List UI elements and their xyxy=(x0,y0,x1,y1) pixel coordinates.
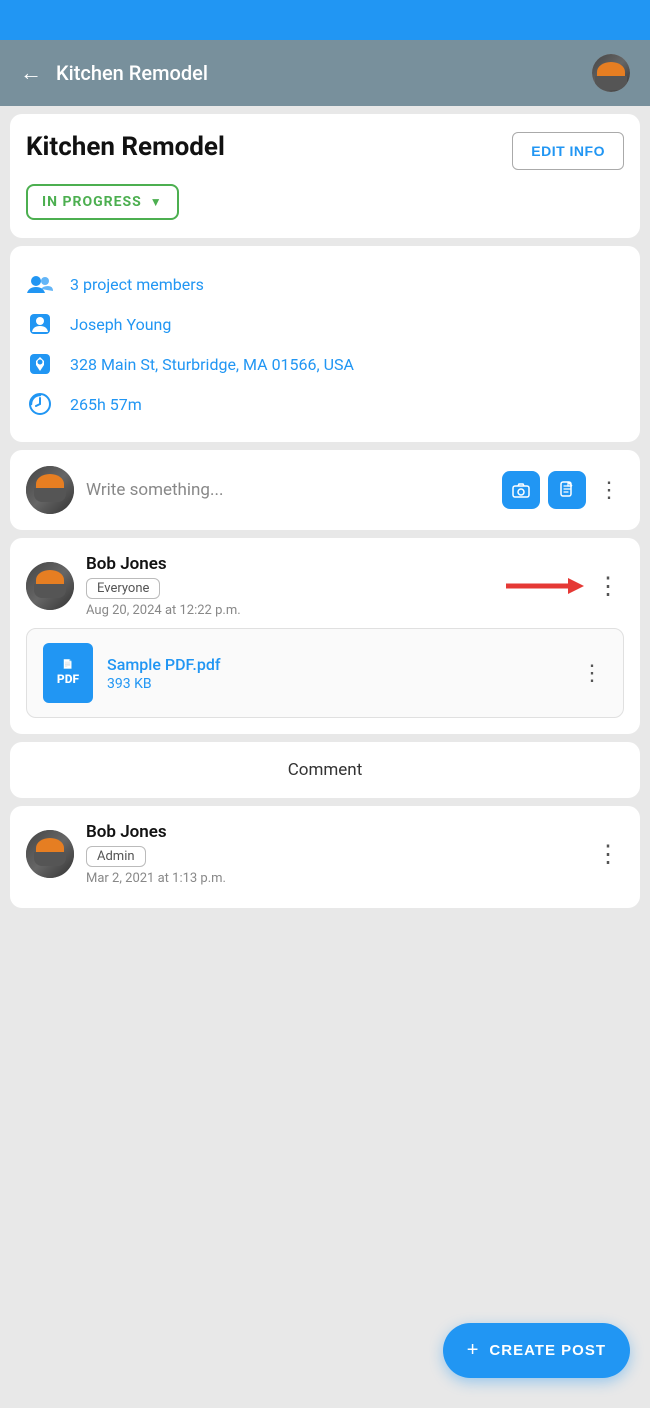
red-arrow-icon xyxy=(506,572,586,600)
attachment-button[interactable] xyxy=(548,471,586,509)
owner-row[interactable]: Joseph Young xyxy=(26,304,624,344)
nav-title: Kitchen Remodel xyxy=(56,61,208,85)
address-text: 328 Main St, Sturbridge, MA 01566, USA xyxy=(70,355,354,374)
post-time-2: Mar 2, 2021 at 1:13 p.m. xyxy=(86,871,580,886)
red-arrow-container: ⋮ xyxy=(506,568,624,604)
time-row: 265h 57m xyxy=(26,384,624,424)
back-button[interactable]: ← xyxy=(20,60,42,86)
comment-label: Comment xyxy=(288,760,363,780)
post-badge-1: Everyone xyxy=(86,578,160,599)
time-text: 265h 57m xyxy=(70,395,142,414)
owner-text: Joseph Young xyxy=(70,315,171,334)
person-icon xyxy=(26,310,54,338)
pdf-attachment[interactable]: 📄 PDF Sample PDF.pdf 393 KB ⋮ xyxy=(26,628,624,718)
post-badge-2: Admin xyxy=(86,846,146,867)
post-more-button-2[interactable]: ⋮ xyxy=(592,836,624,872)
pdf-info: Sample PDF.pdf 393 KB xyxy=(107,655,563,692)
create-post-button[interactable]: + CREATE POST xyxy=(443,1323,630,1378)
plus-icon: + xyxy=(467,1339,480,1362)
post-header-2: Bob Jones Admin Mar 2, 2021 at 1:13 p.m.… xyxy=(26,822,624,886)
project-info-card: Kitchen Remodel EDIT INFO IN PROGRESS ▼ xyxy=(10,114,640,238)
post-time-1: Aug 20, 2024 at 12:22 p.m. xyxy=(86,603,494,618)
clock-icon xyxy=(26,390,54,418)
post-username-1: Bob Jones xyxy=(86,554,494,574)
pdf-more-button[interactable]: ⋮ xyxy=(577,657,607,690)
post-user-info-1: Bob Jones Everyone Aug 20, 2024 at 12:22… xyxy=(86,554,494,618)
members-icon xyxy=(26,270,54,298)
status-bar xyxy=(0,0,650,40)
pdf-icon: 📄 PDF xyxy=(43,643,93,703)
post-card-2: Bob Jones Admin Mar 2, 2021 at 1:13 p.m.… xyxy=(10,806,640,908)
project-details-card: 3 project members Joseph Young 328 Main … xyxy=(10,246,640,442)
create-post-label: CREATE POST xyxy=(489,1342,606,1359)
status-badge[interactable]: IN PROGRESS ▼ xyxy=(26,184,179,220)
chevron-down-icon: ▼ xyxy=(150,195,163,209)
camera-button[interactable] xyxy=(502,471,540,509)
compose-card: Write something... ⋮ xyxy=(10,450,640,530)
post-card-1: Bob Jones Everyone Aug 20, 2024 at 12:22… xyxy=(10,538,640,734)
pdf-size: 393 KB xyxy=(107,676,563,692)
project-header-top: Kitchen Remodel EDIT INFO xyxy=(26,132,624,170)
post-avatar-2 xyxy=(26,830,74,878)
post-user-info-2: Bob Jones Admin Mar 2, 2021 at 1:13 p.m. xyxy=(86,822,580,886)
pdf-name: Sample PDF.pdf xyxy=(107,655,563,674)
members-text: 3 project members xyxy=(70,275,204,294)
status-label: IN PROGRESS xyxy=(42,194,142,210)
comment-row[interactable]: Comment xyxy=(10,742,640,798)
compose-actions: ⋮ xyxy=(502,471,624,509)
address-row[interactable]: 328 Main St, Sturbridge, MA 01566, USA xyxy=(26,344,624,384)
nav-bar: ← Kitchen Remodel xyxy=(0,40,650,106)
location-icon xyxy=(26,350,54,378)
compose-more-button[interactable]: ⋮ xyxy=(594,474,624,507)
post-header-1: Bob Jones Everyone Aug 20, 2024 at 12:22… xyxy=(26,554,624,618)
post-username-2: Bob Jones xyxy=(86,822,580,842)
members-row[interactable]: 3 project members xyxy=(26,264,624,304)
compose-avatar xyxy=(26,466,74,514)
project-title: Kitchen Remodel xyxy=(26,132,500,162)
compose-placeholder[interactable]: Write something... xyxy=(86,480,490,500)
user-avatar-nav[interactable] xyxy=(592,54,630,92)
edit-info-button[interactable]: EDIT INFO xyxy=(512,132,624,170)
post-avatar-1 xyxy=(26,562,74,610)
post-more-button-1[interactable]: ⋮ xyxy=(592,568,624,604)
